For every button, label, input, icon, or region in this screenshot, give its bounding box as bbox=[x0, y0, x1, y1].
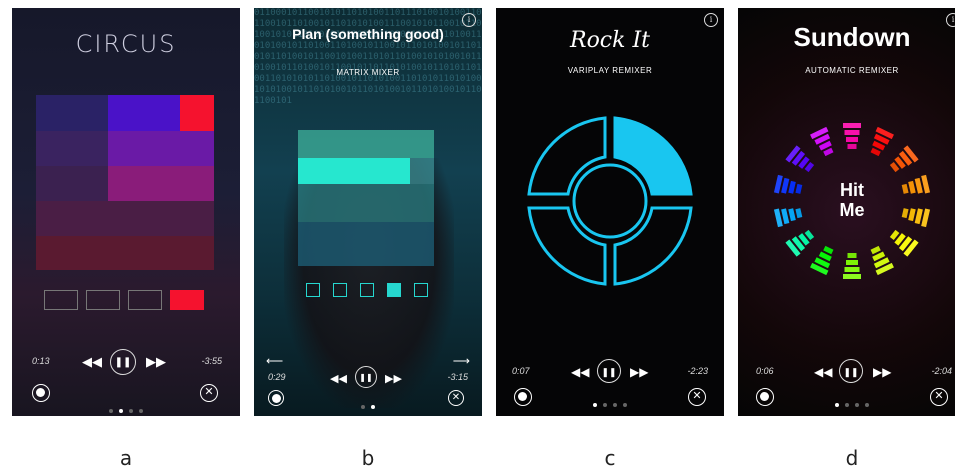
caption: a bbox=[119, 446, 133, 470]
page-indicator bbox=[12, 400, 240, 416]
eq-bar-group bbox=[810, 126, 834, 157]
eq-bar-group bbox=[843, 123, 861, 149]
page-indicator bbox=[254, 396, 482, 414]
matrix-cell[interactable] bbox=[298, 184, 434, 222]
rewind-icon[interactable]: ◀◀ bbox=[571, 365, 589, 379]
grid-cell[interactable] bbox=[36, 201, 214, 236]
section-button[interactable] bbox=[414, 283, 428, 297]
phone-screen-variplay: i Rock It VARIPLAY REMIXER 0:07 -2:23 ◀◀… bbox=[496, 8, 724, 416]
pause-button[interactable]: ❚❚ bbox=[597, 359, 621, 383]
phone-screen-matrix: 0110001011001010110101001101110100101001… bbox=[254, 8, 482, 416]
pause-button[interactable]: ❚❚ bbox=[355, 366, 377, 388]
section-button[interactable] bbox=[128, 290, 162, 310]
forward-icon[interactable]: ▶▶ bbox=[873, 365, 891, 379]
section-button-active[interactable] bbox=[387, 283, 401, 297]
rewind-icon[interactable]: ◀◀ bbox=[82, 354, 102, 370]
remaining-time: -2:23 bbox=[687, 366, 708, 376]
eq-segment bbox=[846, 260, 858, 265]
eq-segment bbox=[823, 245, 834, 255]
eq-bar-group bbox=[870, 126, 894, 157]
forward-icon[interactable]: ▶▶ bbox=[385, 372, 402, 385]
page-indicator bbox=[496, 394, 724, 412]
hit-me-line1: Hit bbox=[840, 180, 864, 200]
matrix-cell[interactable] bbox=[298, 222, 434, 266]
forward-icon[interactable]: ▶▶ bbox=[146, 354, 166, 370]
page-indicator bbox=[738, 394, 955, 412]
elapsed-time: 0:07 bbox=[512, 366, 530, 376]
arrow-left-icon[interactable]: ⟵ bbox=[266, 354, 283, 368]
grid-cell[interactable] bbox=[108, 131, 214, 166]
eq-segment bbox=[843, 123, 861, 128]
eq-bar-group bbox=[785, 145, 815, 173]
variplay-dial bbox=[527, 116, 693, 286]
eq-segment bbox=[870, 245, 881, 255]
dial-center bbox=[572, 163, 648, 239]
eq-segment bbox=[844, 267, 860, 272]
grid-cell-active[interactable] bbox=[180, 95, 214, 131]
eq-bar-group bbox=[889, 229, 919, 257]
eq-segment bbox=[843, 274, 861, 279]
section-button-active[interactable] bbox=[170, 290, 204, 310]
elapsed-time: 0:06 bbox=[756, 366, 774, 376]
eq-bar-group bbox=[843, 253, 861, 279]
arrow-right-icon[interactable]: ⟶ bbox=[453, 354, 470, 368]
remixer-name: MATRIX MIXER bbox=[336, 68, 400, 77]
dial-quadrant bbox=[613, 206, 693, 286]
pause-button[interactable]: ❚❚ bbox=[839, 359, 863, 383]
remaining-time: -2:04 bbox=[931, 366, 952, 376]
grid-cell[interactable] bbox=[36, 131, 108, 166]
section-button[interactable] bbox=[306, 283, 320, 297]
dial-quadrant bbox=[527, 116, 607, 196]
grid-cell[interactable] bbox=[36, 166, 108, 201]
hit-me-button[interactable]: Hit Me bbox=[738, 180, 955, 220]
eq-bar-group bbox=[889, 145, 919, 173]
eq-segment bbox=[847, 144, 857, 149]
caption: c bbox=[604, 446, 616, 470]
remaining-time: -3:55 bbox=[201, 356, 222, 366]
info-icon[interactable]: i bbox=[462, 13, 476, 27]
phone-screen-circus: CIRCUS 0:13 -3:55 ◀◀ ❚❚ ▶▶ ✕ bbox=[12, 8, 240, 416]
section-button[interactable] bbox=[360, 283, 374, 297]
remaining-time: -3:15 bbox=[447, 372, 468, 382]
eq-segment bbox=[870, 147, 881, 157]
section-button[interactable] bbox=[86, 290, 120, 310]
matrix-cell-active[interactable] bbox=[298, 158, 410, 184]
section-button[interactable] bbox=[44, 290, 78, 310]
pause-button[interactable]: ❚❚ bbox=[110, 349, 136, 375]
rewind-icon[interactable]: ◀◀ bbox=[330, 372, 347, 385]
grid-cell[interactable] bbox=[36, 236, 214, 270]
eq-bar-group bbox=[810, 245, 834, 276]
eq-bar-group bbox=[870, 245, 894, 276]
elapsed-time: 0:29 bbox=[268, 372, 286, 382]
matrix-cell[interactable] bbox=[298, 130, 434, 158]
eq-bar-group bbox=[785, 229, 815, 257]
eq-segment bbox=[823, 147, 834, 157]
rewind-icon[interactable]: ◀◀ bbox=[814, 365, 832, 379]
eq-segment bbox=[846, 137, 858, 142]
hit-me-line2: Me bbox=[839, 200, 865, 220]
matrix-cell[interactable] bbox=[410, 158, 434, 184]
elapsed-time: 0:13 bbox=[32, 356, 50, 366]
caption: b bbox=[361, 446, 375, 470]
song-title: CIRCUS bbox=[75, 30, 177, 58]
grid-cell[interactable] bbox=[108, 166, 214, 201]
grid-cell[interactable] bbox=[108, 95, 180, 131]
grid-cell[interactable] bbox=[36, 95, 108, 131]
section-button[interactable] bbox=[333, 283, 347, 297]
forward-icon[interactable]: ▶▶ bbox=[630, 365, 648, 379]
eq-segment bbox=[844, 130, 860, 135]
eq-segment bbox=[847, 253, 857, 258]
phone-screen-automatic: i Sundown AUTOMATIC REMIXER Hit Me 0:06 … bbox=[738, 8, 955, 416]
caption: d bbox=[845, 446, 859, 470]
song-title: Plan (something good) bbox=[292, 26, 444, 42]
dial-quadrant-active bbox=[613, 116, 693, 196]
dial-quadrant bbox=[527, 206, 607, 286]
